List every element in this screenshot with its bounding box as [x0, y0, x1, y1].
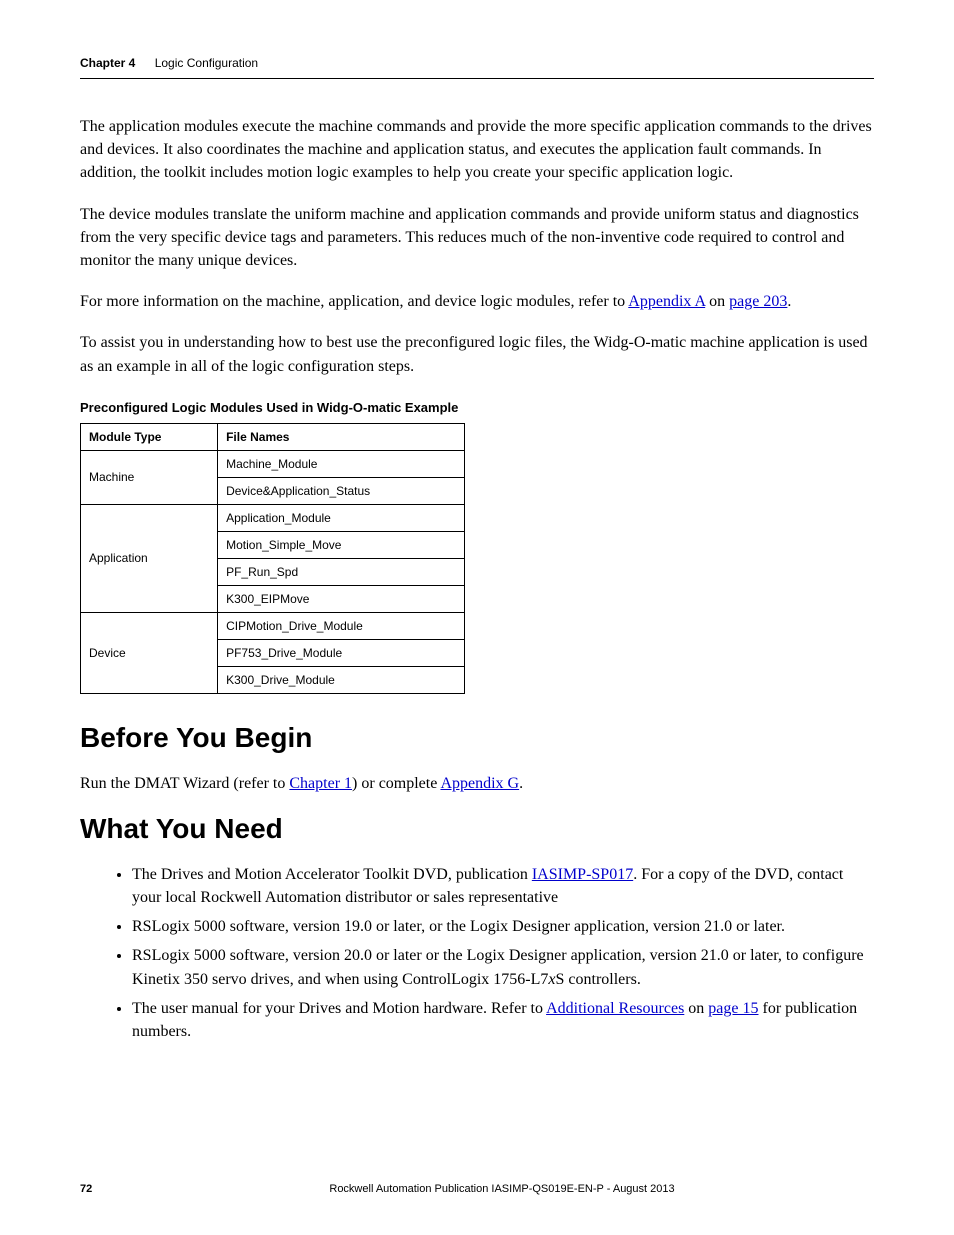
- cell-file-name: Machine_Module: [218, 450, 465, 477]
- publication-info: Rockwell Automation Publication IASIMP-Q…: [130, 1183, 874, 1195]
- page-header: Chapter 4 Logic Configuration: [80, 56, 874, 79]
- what-you-need-heading: What You Need: [80, 813, 874, 845]
- iasimp-sp017-link[interactable]: IASIMP-SP017: [532, 866, 633, 883]
- cell-file-name: K300_Drive_Module: [218, 666, 465, 693]
- col-header-module-type: Module Type: [81, 423, 218, 450]
- table-row: Device CIPMotion_Drive_Module: [81, 612, 465, 639]
- paragraph-2: The device modules translate the uniform…: [80, 203, 874, 273]
- list-item: RSLogix 5000 software, version 19.0 or l…: [132, 915, 874, 938]
- p3-text-before: For more information on the machine, app…: [80, 293, 628, 310]
- cell-module-type: Device: [81, 612, 218, 693]
- byb-text-after: .: [519, 775, 523, 792]
- cell-file-name: CIPMotion_Drive_Module: [218, 612, 465, 639]
- cell-module-type: Machine: [81, 450, 218, 504]
- cell-file-name: Motion_Simple_Move: [218, 531, 465, 558]
- before-you-begin-paragraph: Run the DMAT Wizard (refer to Chapter 1)…: [80, 772, 874, 795]
- modules-table: Module Type File Names Machine Machine_M…: [80, 423, 465, 694]
- chapter-label: Chapter 4: [80, 56, 135, 70]
- list-item: RSLogix 5000 software, version 20.0 or l…: [132, 944, 874, 990]
- appendix-a-link[interactable]: Appendix A: [628, 293, 705, 310]
- paragraph-1: The application modules execute the mach…: [80, 115, 874, 185]
- paragraph-4: To assist you in understanding how to be…: [80, 331, 874, 377]
- li3-text-before: RSLogix 5000 software, version 20.0 or l…: [132, 947, 864, 987]
- p3-text-mid: on: [705, 293, 729, 310]
- table-row: Application Application_Module: [81, 504, 465, 531]
- appendix-g-link[interactable]: Appendix G: [440, 775, 519, 792]
- list-item: The Drives and Motion Accelerator Toolki…: [132, 863, 874, 909]
- p3-text-after: .: [787, 293, 791, 310]
- paragraph-3: For more information on the machine, app…: [80, 290, 874, 313]
- cell-file-name: PF753_Drive_Module: [218, 639, 465, 666]
- chapter-title: Logic Configuration: [155, 56, 258, 70]
- what-you-need-list: The Drives and Motion Accelerator Toolki…: [80, 863, 874, 1043]
- page-15-link[interactable]: page 15: [708, 1000, 758, 1017]
- cell-file-name: PF_Run_Spd: [218, 558, 465, 585]
- byb-text-mid: ) or complete: [352, 775, 440, 792]
- page-number: 72: [80, 1183, 130, 1195]
- li1-text-before: The Drives and Motion Accelerator Toolki…: [132, 866, 532, 883]
- additional-resources-link[interactable]: Additional Resources: [546, 1000, 684, 1017]
- before-you-begin-heading: Before You Begin: [80, 722, 874, 754]
- li3-text-after: S controllers.: [556, 971, 641, 988]
- li4-text-before: The user manual for your Drives and Moti…: [132, 1000, 546, 1017]
- li3-italic: x: [548, 971, 555, 988]
- col-header-file-names: File Names: [218, 423, 465, 450]
- list-item: The user manual for your Drives and Moti…: [132, 997, 874, 1043]
- cell-file-name: Device&Application_Status: [218, 477, 465, 504]
- page-203-link[interactable]: page 203: [729, 293, 787, 310]
- cell-file-name: Application_Module: [218, 504, 465, 531]
- cell-file-name: K300_EIPMove: [218, 585, 465, 612]
- chapter-1-link[interactable]: Chapter 1: [289, 775, 352, 792]
- byb-text-before: Run the DMAT Wizard (refer to: [80, 775, 289, 792]
- table-header-row: Module Type File Names: [81, 423, 465, 450]
- table-row: Machine Machine_Module: [81, 450, 465, 477]
- li4-text-mid: on: [684, 1000, 708, 1017]
- cell-module-type: Application: [81, 504, 218, 612]
- table-caption: Preconfigured Logic Modules Used in Widg…: [80, 400, 874, 415]
- page-footer: 72 Rockwell Automation Publication IASIM…: [80, 1183, 874, 1195]
